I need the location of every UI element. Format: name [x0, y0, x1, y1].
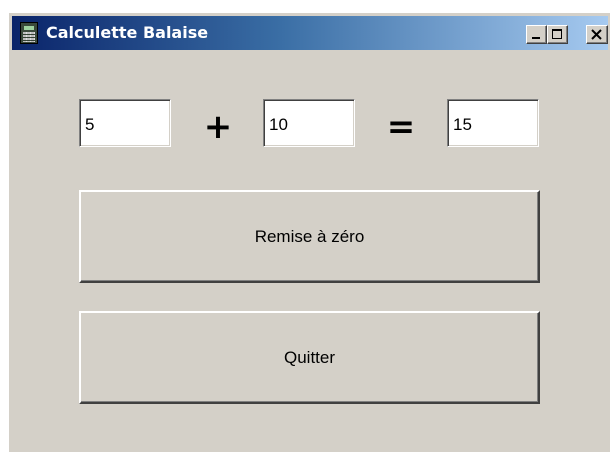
maximize-icon: [552, 29, 562, 39]
result-field[interactable]: [447, 99, 539, 147]
maximize-button[interactable]: [547, 25, 568, 44]
quit-button[interactable]: Quitter: [79, 311, 540, 404]
reset-button[interactable]: Remise à zéro: [79, 190, 540, 283]
title-bar[interactable]: Calculette Balaise: [12, 16, 608, 50]
window-title: Calculette Balaise: [46, 23, 209, 42]
quit-button-label: Quitter: [283, 347, 336, 367]
close-icon: [591, 29, 602, 40]
plus-sign: +: [203, 107, 233, 147]
close-button[interactable]: [586, 25, 608, 44]
operand2-input[interactable]: [263, 99, 355, 147]
minimize-icon: [532, 37, 540, 39]
app-window: Calculette Balaise + = Remise à zéro Qui…: [8, 12, 610, 452]
operand1-input[interactable]: [79, 99, 171, 147]
reset-button-label: Remise à zéro: [254, 226, 365, 246]
calculator-icon[interactable]: [20, 22, 38, 44]
equals-sign: =: [386, 107, 416, 147]
minimize-button[interactable]: [526, 25, 547, 44]
